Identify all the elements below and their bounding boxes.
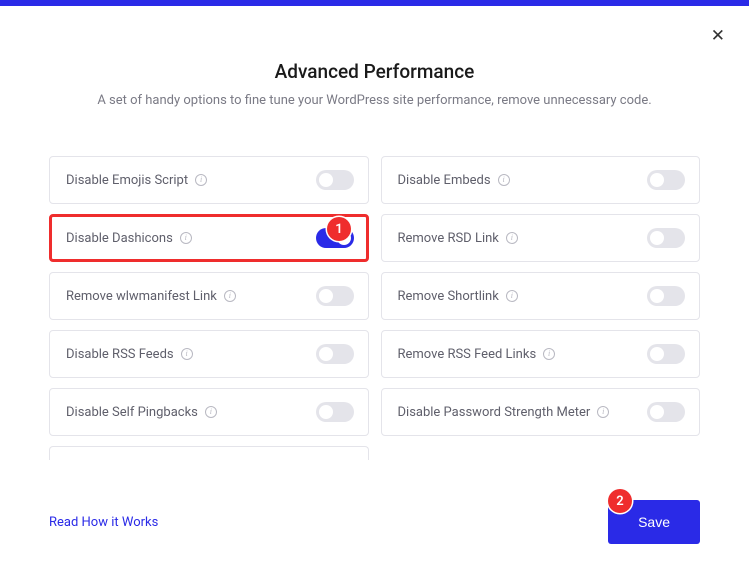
option-label: Remove Shortlink <box>398 289 499 304</box>
option-label-wrap: Remove wlwmanifest Link i <box>66 289 236 304</box>
option-label-wrap: Disable Emojis Script i <box>66 173 207 188</box>
option-disable-emojis: Disable Emojis Script i <box>49 156 369 204</box>
option-label: Disable RSS Feeds <box>66 347 174 362</box>
option-label-wrap: Disable Dashicons i <box>66 231 192 246</box>
toggle-disable-embeds[interactable] <box>647 170 685 190</box>
option-label-wrap: Disable RSS Feeds i <box>66 347 193 362</box>
toggle-disable-pingbacks[interactable] <box>316 402 354 422</box>
toggle-remove-shortlink[interactable] <box>647 286 685 306</box>
info-icon[interactable]: i <box>543 348 555 360</box>
option-disable-embeds: Disable Embeds i <box>381 156 701 204</box>
option-label-wrap: Disable Embeds i <box>398 173 510 188</box>
option-label: Disable Dashicons <box>66 231 173 246</box>
option-remove-wlw: Remove wlwmanifest Link i <box>49 272 369 320</box>
modal-footer: Read How it Works Save <box>49 500 700 544</box>
option-label: Disable Self Pingbacks <box>66 405 198 420</box>
option-partial-next <box>49 446 369 460</box>
option-label: Disable Emojis Script <box>66 173 188 188</box>
toggle-remove-wlw[interactable] <box>316 286 354 306</box>
option-label-wrap: Disable Password Strength Meter i <box>398 405 610 420</box>
page-subtitle: A set of handy options to fine tune your… <box>0 93 749 108</box>
option-label-wrap: Remove Shortlink i <box>398 289 518 304</box>
options-grid: Disable Emojis Script i Disable Embeds i… <box>49 156 700 460</box>
option-remove-rsd: Remove RSD Link i <box>381 214 701 262</box>
option-label: Remove RSD Link <box>398 231 499 246</box>
info-icon[interactable]: i <box>224 290 236 302</box>
option-disable-pwd-meter: Disable Password Strength Meter i <box>381 388 701 436</box>
options-container: Disable Emojis Script i Disable Embeds i… <box>49 156 700 460</box>
toggle-remove-rsd[interactable] <box>647 228 685 248</box>
close-button[interactable]: ✕ <box>711 28 725 45</box>
option-label: Remove wlwmanifest Link <box>66 289 217 304</box>
option-disable-pingbacks: Disable Self Pingbacks i <box>49 388 369 436</box>
close-icon: ✕ <box>711 26 725 46</box>
option-label: Disable Embeds <box>398 173 491 188</box>
info-icon[interactable]: i <box>597 406 609 418</box>
toggle-disable-rss[interactable] <box>316 344 354 364</box>
option-label-wrap: Remove RSS Feed Links i <box>398 347 556 362</box>
info-icon[interactable]: i <box>205 406 217 418</box>
option-disable-dashicons: Disable Dashicons i <box>49 214 369 262</box>
option-remove-rss-links: Remove RSS Feed Links i <box>381 330 701 378</box>
toggle-remove-rss-links[interactable] <box>647 344 685 364</box>
info-icon[interactable]: i <box>506 232 518 244</box>
read-how-link[interactable]: Read How it Works <box>49 515 158 530</box>
info-icon[interactable]: i <box>506 290 518 302</box>
option-label-wrap: Disable Self Pingbacks i <box>66 405 217 420</box>
option-remove-shortlink: Remove Shortlink i <box>381 272 701 320</box>
spacer <box>381 446 701 460</box>
annotation-badge-1: 1 <box>327 217 351 241</box>
toggle-disable-pwd-meter[interactable] <box>647 402 685 422</box>
option-disable-rss: Disable RSS Feeds i <box>49 330 369 378</box>
modal-header: Advanced Performance A set of handy opti… <box>0 6 749 108</box>
info-icon[interactable]: i <box>498 174 510 186</box>
annotation-badge-2: 2 <box>608 489 632 513</box>
page-title: Advanced Performance <box>0 60 749 83</box>
info-icon[interactable]: i <box>181 348 193 360</box>
option-label: Disable Password Strength Meter <box>398 405 591 420</box>
info-icon[interactable]: i <box>180 232 192 244</box>
toggle-disable-emojis[interactable] <box>316 170 354 190</box>
option-label: Remove RSS Feed Links <box>398 347 537 362</box>
option-label-wrap: Remove RSD Link i <box>398 231 518 246</box>
info-icon[interactable]: i <box>195 174 207 186</box>
